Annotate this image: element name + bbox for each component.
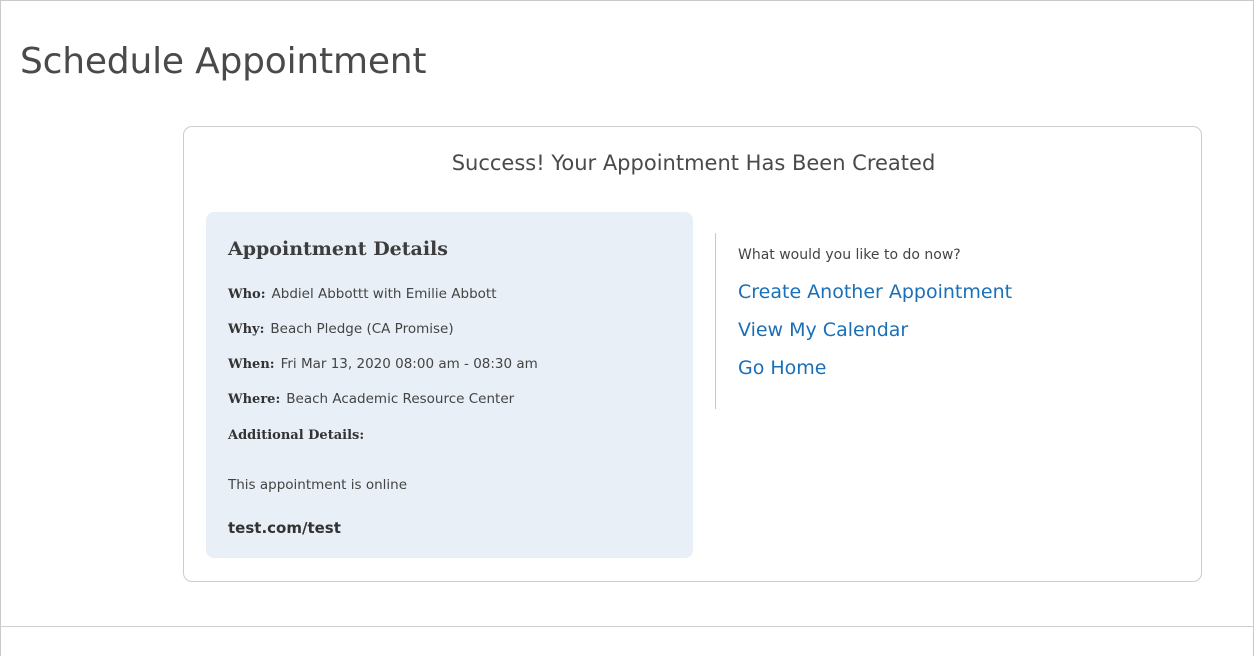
online-appointment-note: This appointment is online: [228, 477, 408, 493]
why-label: Why:: [228, 322, 265, 337]
confirmation-card: Success! Your Appointment Has Been Creat…: [183, 126, 1202, 582]
detail-row-additional: Additional Details:: [228, 424, 370, 446]
next-actions: What would you like to do now? Create An…: [738, 245, 1178, 393]
detail-row-where: Where: Beach Academic Resource Center: [228, 388, 514, 410]
when-label: When:: [228, 357, 275, 372]
appointment-details-panel: Appointment Details Who: Abdiel Abbottt w…: [206, 212, 693, 558]
view-my-calendar-link[interactable]: View My Calendar: [738, 317, 1178, 343]
page-title: Schedule Appointment: [20, 41, 427, 82]
detail-row-when: When: Fri Mar 13, 2020 08:00 am - 08:30 a…: [228, 353, 538, 375]
confirmation-title: Success! Your Appointment Has Been Creat…: [451, 151, 936, 175]
online-meeting-link: test.com/test: [228, 519, 341, 537]
who-value: Abdiel Abbottt with Emilie Abbott: [271, 286, 497, 302]
create-another-appointment-link[interactable]: Create Another Appointment: [738, 279, 1178, 305]
appointment-details-heading: Appointment Details: [228, 238, 448, 260]
additional-details-label: Additional Details:: [228, 428, 365, 443]
footer-divider: [0, 626, 1254, 627]
next-actions-prompt: What would you like to do now?: [738, 247, 961, 263]
why-value: Beach Pledge (CA Promise): [270, 321, 454, 337]
when-value: Fri Mar 13, 2020 08:00 am - 08:30 am: [280, 356, 538, 372]
where-value: Beach Academic Resource Center: [286, 391, 515, 407]
go-home-link[interactable]: Go Home: [738, 355, 1178, 381]
detail-row-who: Who: Abdiel Abbottt with Emilie Abbott: [228, 283, 497, 305]
who-label: Who:: [228, 287, 266, 302]
detail-row-why: Why: Beach Pledge (CA Promise): [228, 318, 454, 340]
vertical-divider: [715, 233, 716, 409]
where-label: Where:: [228, 392, 281, 407]
